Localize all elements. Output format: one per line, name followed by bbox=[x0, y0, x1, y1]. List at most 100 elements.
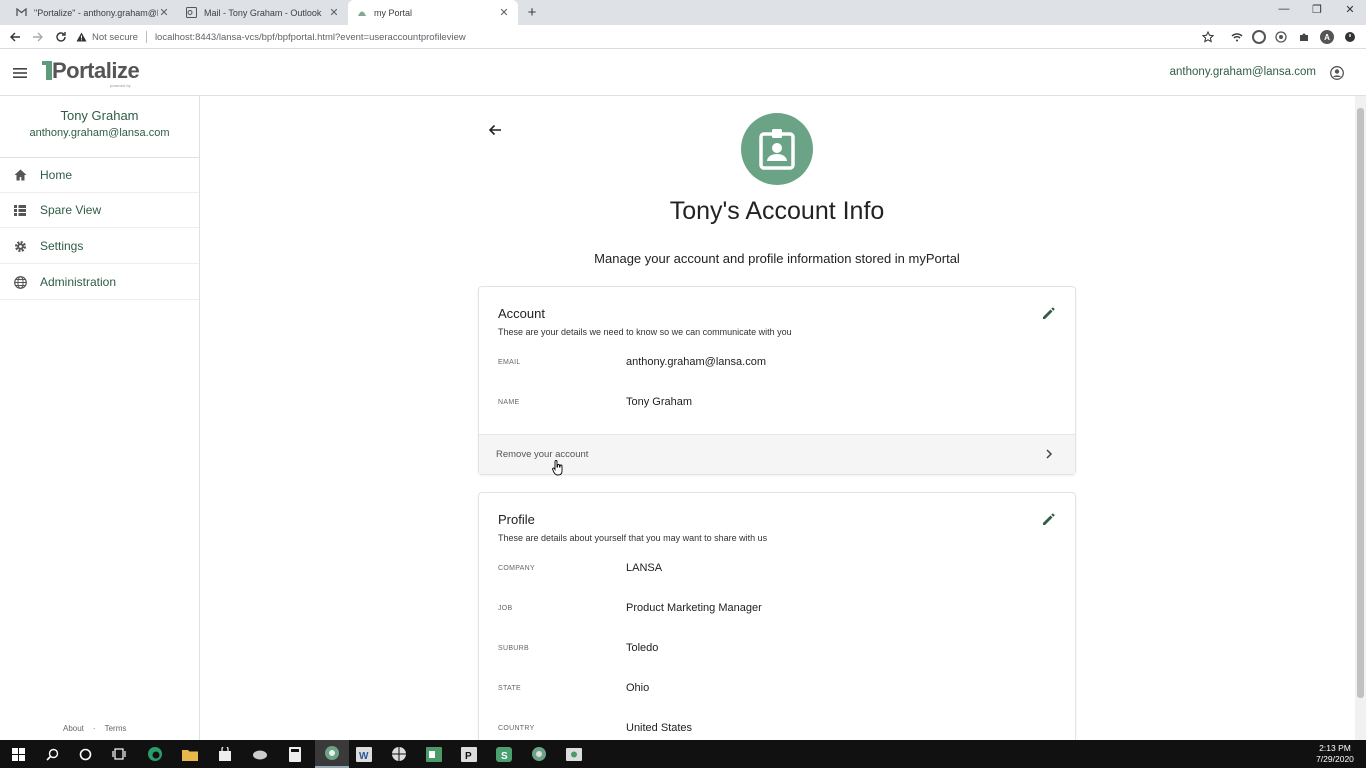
hand-cursor-icon bbox=[552, 460, 564, 476]
chrome-taskbar-icon[interactable] bbox=[315, 740, 349, 768]
sidebar-item-settings[interactable]: Settings bbox=[0, 229, 199, 264]
project-icon[interactable] bbox=[425, 745, 443, 763]
country-value: United States bbox=[626, 722, 693, 734]
portalize-logo[interactable]: Portalize powered by bbox=[42, 58, 167, 88]
logo-mark-icon bbox=[42, 61, 52, 80]
new-tab-icon[interactable]: + bbox=[524, 4, 540, 21]
sidebar-item-home[interactable]: Home bbox=[0, 158, 199, 193]
browser-tab-gmail[interactable]: "Portalize" - anthony.graham@la ✕ bbox=[8, 0, 178, 25]
gear-icon bbox=[13, 239, 27, 253]
url-divider bbox=[145, 31, 147, 43]
minimize-icon[interactable]: — bbox=[1277, 3, 1291, 15]
restore-icon[interactable]: ❐ bbox=[1310, 3, 1324, 16]
globe-app-icon[interactable] bbox=[390, 745, 408, 763]
sidebar-user-email: anthony.graham@lansa.com bbox=[29, 127, 170, 139]
page-scrollbar[interactable] bbox=[1355, 96, 1366, 740]
terms-link[interactable]: Terms bbox=[105, 724, 127, 733]
email-label: EMAIL bbox=[498, 359, 521, 366]
tab-title: Mail - Tony Graham - Outlook bbox=[204, 7, 322, 18]
cortana-icon[interactable] bbox=[76, 745, 94, 763]
clock-time: 2:13 PM bbox=[1319, 743, 1351, 753]
state-value: Ohio bbox=[626, 682, 650, 694]
task-view-icon[interactable] bbox=[110, 745, 128, 763]
hamburger-menu-icon[interactable] bbox=[13, 67, 27, 79]
forward-icon[interactable] bbox=[31, 30, 45, 44]
footer-dot: · bbox=[92, 724, 96, 733]
wifi-extension-icon[interactable] bbox=[1230, 30, 1244, 44]
email-value: anthony.graham@lansa.com bbox=[626, 356, 766, 368]
word-icon[interactable]: W bbox=[355, 745, 373, 763]
calculator-icon[interactable] bbox=[286, 745, 304, 763]
edge-icon[interactable] bbox=[146, 745, 164, 763]
home-icon bbox=[13, 168, 27, 182]
app-money-icon[interactable] bbox=[565, 745, 583, 763]
record-extension-icon[interactable] bbox=[1252, 30, 1266, 44]
back-icon[interactable] bbox=[8, 30, 22, 44]
windows-start-icon[interactable] bbox=[9, 745, 27, 763]
security-label[interactable]: Not secure bbox=[92, 32, 138, 43]
suburb-label: SUBURB bbox=[498, 645, 529, 652]
browser-tab-myportal[interactable]: my Portal ✕ bbox=[348, 0, 518, 25]
sheets-icon[interactable]: S bbox=[495, 745, 513, 763]
menu-dots-icon[interactable] bbox=[1343, 30, 1357, 44]
profile-card-description: These are details about yourself that yo… bbox=[498, 533, 768, 543]
edit-account-pencil-icon[interactable] bbox=[1042, 307, 1056, 321]
company-label: COMPANY bbox=[498, 565, 535, 572]
globe-icon bbox=[13, 275, 27, 289]
app-header: Portalize powered by anthony.graham@lans… bbox=[0, 50, 1366, 96]
browser-tab-bar: "Portalize" - anthony.graham@la ✕ Mail -… bbox=[0, 0, 1366, 25]
bookmark-star-icon[interactable] bbox=[1201, 30, 1215, 44]
extensions-puzzle-icon[interactable] bbox=[1297, 30, 1311, 44]
chevron-right-icon bbox=[1045, 449, 1053, 459]
url-bar[interactable]: Not secure localhost:8443/lansa-vcs/bpf/… bbox=[76, 27, 1224, 47]
account-card-title: Account bbox=[498, 306, 545, 321]
sidebar-item-administration[interactable]: Administration bbox=[0, 265, 199, 300]
job-value: Product Marketing Manager bbox=[626, 602, 762, 614]
logo-tagline: powered by bbox=[110, 83, 131, 88]
url-text[interactable]: localhost:8443/lansa-vcs/bpf/bpfportal.h… bbox=[155, 32, 466, 43]
account-circle-icon[interactable] bbox=[1330, 66, 1344, 80]
profile-avatar-icon[interactable]: A bbox=[1320, 30, 1334, 44]
search-icon[interactable] bbox=[43, 745, 61, 763]
company-value: LANSA bbox=[626, 562, 663, 574]
page-title: Tony's Account Info bbox=[669, 197, 885, 225]
sidebar-item-spare-view[interactable]: Spare View bbox=[0, 193, 199, 228]
app-cloud-icon[interactable] bbox=[251, 745, 269, 763]
suburb-value: Toledo bbox=[626, 642, 659, 654]
reload-icon[interactable] bbox=[54, 30, 68, 44]
tab-close-icon[interactable]: ✕ bbox=[498, 6, 510, 19]
tab-title: my Portal bbox=[374, 7, 413, 18]
tab-close-icon[interactable]: ✕ bbox=[158, 6, 170, 19]
warning-icon[interactable] bbox=[76, 32, 87, 42]
name-label: NAME bbox=[498, 399, 520, 406]
file-explorer-icon[interactable] bbox=[181, 745, 199, 763]
account-card: Account These are your details we need t… bbox=[478, 286, 1076, 475]
page-subtitle: Manage your account and profile informat… bbox=[594, 251, 960, 266]
browser-tab-outlook[interactable]: Mail - Tony Graham - Outlook ✕ bbox=[178, 0, 348, 25]
store-icon[interactable] bbox=[216, 745, 234, 763]
grid-icon bbox=[13, 203, 27, 217]
profile-card: Profile These are details about yourself… bbox=[478, 492, 1076, 740]
sidebar-item-label: Administration bbox=[40, 275, 117, 289]
portal-favicon-icon bbox=[356, 7, 367, 18]
taskbar-clock[interactable]: 2:13 PM 7/29/2020 bbox=[1310, 743, 1360, 765]
state-label: STATE bbox=[498, 685, 522, 692]
app-flower-icon[interactable] bbox=[530, 745, 548, 763]
header-user-email[interactable]: anthony.graham@lansa.com bbox=[1170, 66, 1316, 78]
about-link[interactable]: About bbox=[63, 724, 84, 733]
remove-account-label: Remove your account bbox=[496, 449, 589, 460]
edit-profile-pencil-icon[interactable] bbox=[1042, 513, 1056, 527]
back-arrow-icon[interactable] bbox=[488, 123, 502, 137]
browser-toolbar: Not secure localhost:8443/lansa-vcs/bpf/… bbox=[0, 25, 1366, 49]
close-window-icon[interactable]: ✕ bbox=[1343, 3, 1357, 16]
account-badge-icon bbox=[741, 113, 813, 185]
cast-extension-icon[interactable] bbox=[1274, 30, 1288, 44]
scrollbar-thumb[interactable] bbox=[1357, 108, 1364, 698]
clock-date: 7/29/2020 bbox=[1316, 754, 1354, 764]
job-label: JOB bbox=[498, 605, 513, 612]
powerpoint-icon[interactable]: P bbox=[460, 745, 478, 763]
svg-text:P: P bbox=[465, 751, 472, 762]
logo-text: Portalize bbox=[52, 58, 140, 83]
remove-account-row[interactable]: Remove your account bbox=[479, 434, 1075, 474]
tab-close-icon[interactable]: ✕ bbox=[328, 6, 340, 19]
